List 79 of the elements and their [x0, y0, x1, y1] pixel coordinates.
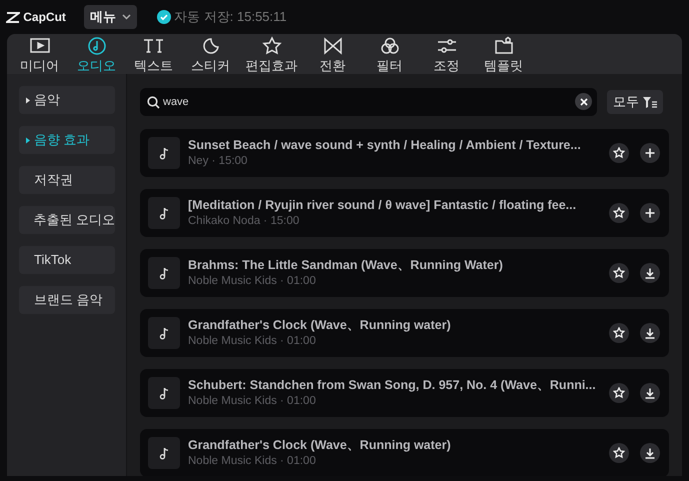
favorite-star-button[interactable]: [608, 203, 629, 223]
tab[interactable]: 스티커: [182, 34, 239, 74]
track-row[interactable]: Schubert: Standchen from Swan Song, D. 957, No. 4 (Wave、Runni... Noble Music Kids · 01:00: [140, 369, 669, 417]
circles-icon: [378, 36, 400, 56]
star-icon: [612, 147, 625, 159]
download-icon: [645, 448, 655, 458]
favorite-star-button[interactable]: [608, 143, 629, 163]
download-button[interactable]: [640, 263, 660, 283]
menu-button[interactable]: 메뉴: [84, 5, 138, 29]
caret-icon: [122, 14, 132, 20]
search-icon: [147, 96, 160, 109]
favorite-star-button[interactable]: [608, 443, 629, 463]
tab[interactable]: 필터: [361, 34, 418, 74]
sidebar-item[interactable]: 음악: [19, 86, 115, 114]
tab[interactable]: 조정: [418, 34, 475, 74]
favorite-star-button[interactable]: [608, 263, 629, 283]
folder-icon: [492, 36, 514, 56]
note-icon: [148, 197, 180, 229]
sidebar-item[interactable]: TikTok: [19, 246, 115, 274]
add-button[interactable]: [640, 203, 660, 223]
track-row[interactable]: Grandfather's Clock (Wave、Running water) Noble Music Kids · 01:00: [140, 309, 669, 357]
track-title: Brahms: The Little Sandman (Wave、Running Water): [188, 257, 504, 273]
star-icon: [612, 207, 625, 219]
tab[interactable]: 미디어: [11, 34, 68, 74]
logo: CapCut: [6, 8, 66, 26]
star-icon: [612, 327, 625, 339]
add-button[interactable]: [640, 143, 660, 163]
sidebar-item[interactable]: 브랜드 음악: [19, 286, 115, 314]
download-icon: [645, 268, 655, 278]
close-icon: [580, 98, 588, 106]
filter-button[interactable]: 모두: [606, 90, 663, 114]
plus-icon: [645, 208, 655, 218]
track-meta: Noble Music Kids · 01:00: [188, 334, 317, 349]
star-icon: [612, 267, 625, 279]
autosave-status: 자동 저장: 15:55:11: [174, 8, 287, 26]
track-row[interactable]: Brahms: The Little Sandman (Wave、Running Water) Noble Music Kids · 01:00: [140, 249, 669, 297]
download-icon: [645, 388, 655, 398]
sidebar-item[interactable]: 추출된 오디오: [19, 206, 115, 234]
search-field[interactable]: wave: [140, 88, 597, 116]
track-meta: Ney · 15:00: [188, 154, 248, 169]
star-icon: [260, 36, 282, 56]
note-icon: [148, 437, 180, 469]
download-button[interactable]: [640, 383, 660, 403]
sidebar-item[interactable]: 저작권: [19, 166, 115, 194]
plus-icon: [645, 148, 655, 158]
download-button[interactable]: [640, 443, 660, 463]
star-icon: [612, 447, 625, 459]
favorite-star-button[interactable]: [608, 383, 629, 403]
tab[interactable]: 전환: [304, 34, 361, 74]
note-icon: [148, 317, 180, 349]
tab[interactable]: 템플릿: [475, 34, 532, 74]
track-title: Grandfather's Clock (Wave、Running water): [188, 437, 452, 453]
track-meta: Noble Music Kids · 01:00: [188, 394, 317, 409]
tab[interactable]: 오디오: [68, 34, 125, 74]
download-button[interactable]: [640, 323, 660, 343]
track-title: Schubert: Standchen from Swan Song, D. 957, No. 4 (Wave、Runni...: [188, 377, 597, 393]
filter-icon: [642, 96, 657, 108]
tab[interactable]: 편집효과: [239, 34, 304, 74]
track-title: Sunset Beach / wave sound + synth / Healing / Ambient / Texture...: [188, 137, 582, 153]
track-row[interactable]: Sunset Beach / wave sound + synth / Healing / Ambient / Texture... Ney · 15:00: [140, 129, 669, 177]
track-title: [Meditation / Ryujin river sound / θ wave] Fantastic / floating fee...: [188, 197, 578, 213]
media-icon: [28, 36, 50, 56]
track-meta: Noble Music Kids · 01:00: [188, 274, 317, 289]
track-meta: Noble Music Kids · 01:00: [188, 454, 317, 469]
note-icon: [148, 377, 180, 409]
favorite-star-button[interactable]: [608, 323, 629, 343]
note-icon: [148, 137, 180, 169]
track-title: Grandfather's Clock (Wave、Running water): [188, 317, 452, 333]
track-row[interactable]: Grandfather's Clock (Wave、Running water) Noble Music Kids · 01:00: [140, 429, 669, 476]
note-icon: [148, 257, 180, 289]
track-meta: Chikako Noda · 15:00: [188, 214, 300, 229]
track-row[interactable]: [Meditation / Ryujin river sound / θ wave] Fantastic / floating fee... Chikako Noda · 15:00: [140, 189, 669, 237]
tab[interactable]: 텍스트: [125, 34, 182, 74]
sidebar-item[interactable]: 음향 효과: [19, 126, 115, 154]
download-icon: [645, 328, 655, 338]
bowtie-icon: [322, 36, 344, 56]
check-icon: [156, 10, 171, 24]
note-circle-icon: [86, 36, 108, 56]
star-icon: [612, 387, 625, 399]
